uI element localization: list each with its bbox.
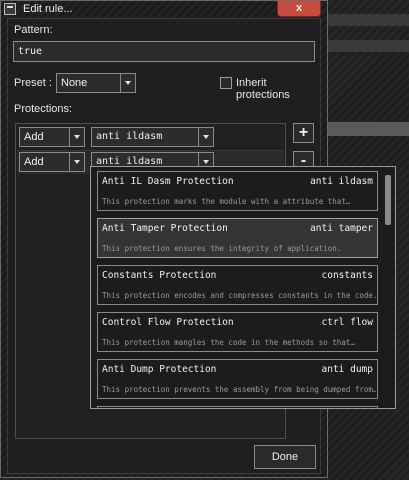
item-description: This protection marks the module with a …: [102, 197, 351, 206]
dropdown-item-constants[interactable]: Constants Protection constants This prot…: [97, 265, 378, 305]
item-id: constants: [321, 270, 373, 281]
close-button[interactable]: x: [277, 1, 321, 17]
item-id: anti tamper: [310, 223, 373, 234]
action-value: Add: [24, 156, 44, 168]
item-name: Control Flow Protection: [102, 317, 234, 328]
protections-label: Protections:: [14, 103, 73, 115]
item-name: Anti Tamper Protection: [102, 223, 228, 234]
background-pane: [328, 122, 409, 136]
background-band: [328, 14, 409, 26]
item-name: Constants Protection: [102, 270, 217, 281]
item-name: Anti Dump Protection: [102, 364, 217, 375]
item-description: This protection ensures the integrity of…: [102, 244, 342, 253]
item-id: anti ildasm: [310, 176, 373, 187]
dropdown-item-anti-ildasm[interactable]: Anti IL Dasm Protection anti ildasm This…: [97, 171, 378, 211]
item-description: This protection mangles the code in the …: [102, 338, 355, 347]
item-name: Anti IL Dasm Protection: [102, 176, 234, 187]
dropdown-item-anti-dump[interactable]: Anti Dump Protection anti dump This prot…: [97, 359, 378, 399]
protection-select[interactable]: anti ildasm: [91, 127, 214, 147]
add-protection-button[interactable]: +: [293, 123, 314, 143]
item-id: anti dump: [321, 364, 373, 375]
action-select[interactable]: Add: [19, 127, 85, 147]
chevron-down-icon: [198, 128, 213, 146]
chevron-down-icon: [69, 153, 84, 171]
title-bar: Edit rule... x: [1, 1, 327, 17]
action-select[interactable]: Add: [19, 152, 85, 172]
chevron-down-icon: [120, 74, 135, 92]
done-button[interactable]: Done: [254, 445, 316, 469]
item-description: This protection prevents the assembly fr…: [102, 385, 376, 394]
chevron-down-icon: [69, 128, 84, 146]
protection-value: anti ildasm: [96, 131, 163, 142]
inherit-protections-label: Inherit protections: [236, 77, 290, 101]
protection-dropdown-list: Anti IL Dasm Protection anti ildasm This…: [90, 166, 396, 409]
window-icon: [4, 3, 16, 15]
dropdown-scrollbar[interactable]: [382, 169, 394, 406]
pattern-label: Pattern:: [14, 24, 53, 36]
inherit-protections-checkbox[interactable]: [220, 77, 232, 89]
preset-label: Preset :: [14, 77, 52, 89]
background-band: [328, 40, 409, 52]
action-value: Add: [24, 131, 44, 143]
scrollbar-thumb[interactable]: [385, 175, 391, 225]
item-description: This protection encodes and compresses c…: [102, 291, 376, 300]
dropdown-item-partial[interactable]: [97, 406, 378, 408]
pattern-input[interactable]: true: [13, 41, 315, 62]
dropdown-item-anti-tamper[interactable]: Anti Tamper Protection anti tamper This …: [97, 218, 378, 258]
item-id: ctrl flow: [321, 317, 373, 328]
window-title: Edit rule...: [23, 3, 73, 15]
preset-select[interactable]: None: [56, 73, 136, 93]
preset-value: None: [61, 77, 88, 89]
dropdown-item-ctrl-flow[interactable]: Control Flow Protection ctrl flow This p…: [97, 312, 378, 352]
